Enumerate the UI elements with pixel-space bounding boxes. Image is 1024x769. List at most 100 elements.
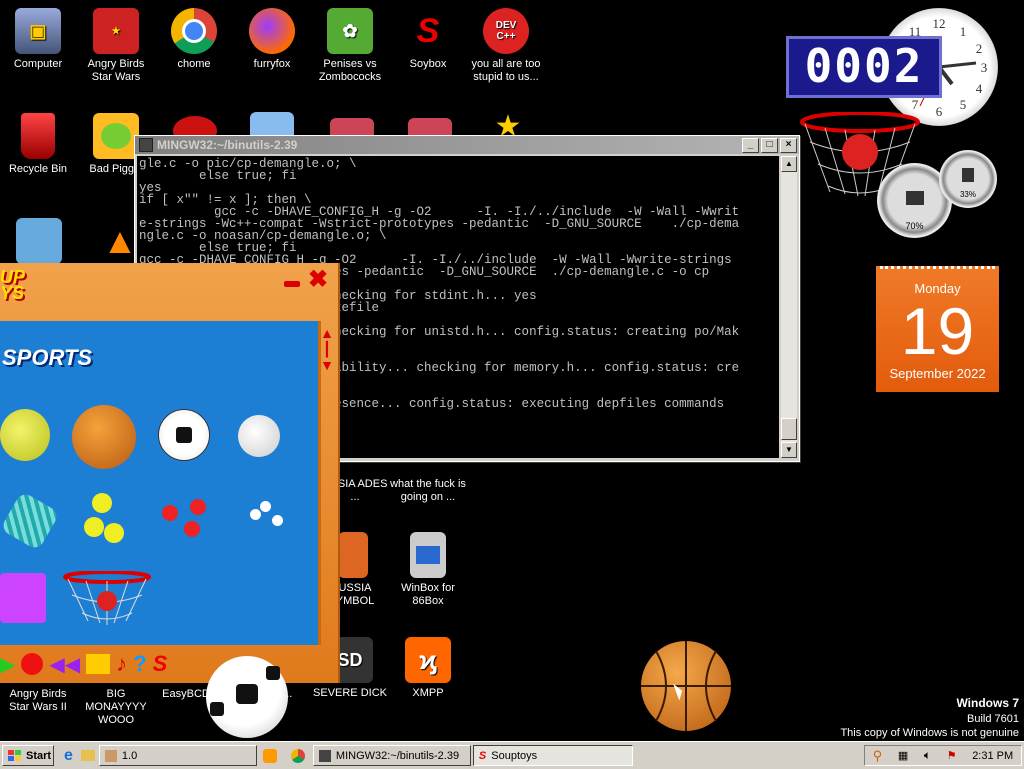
terminal-titlebar[interactable]: MINGW32:~/binutils-2.39 _ □ ×: [135, 136, 799, 154]
desktop-icon-label: you all are too stupid to us...: [471, 58, 541, 83]
taskbar-item-1.0[interactable]: 1.0: [98, 745, 257, 766]
computer-icon: ▣: [15, 8, 61, 54]
basketball-toy-icon[interactable]: [641, 641, 731, 731]
minimize-button[interactable]: [284, 281, 300, 287]
desktop-icon-devcpp[interactable]: DEV C++ you all are too stupid to us...: [468, 8, 544, 84]
maximize-button[interactable]: □: [761, 137, 778, 153]
desktop-icon-recycle-bin[interactable]: Recycle Bin: [0, 113, 76, 176]
firefox-icon: [249, 8, 295, 54]
system-tray: ⚲ ▦ 🔈︎ ⚑ 2:31 PM: [864, 745, 1022, 766]
red-balls-icon[interactable]: [190, 499, 206, 515]
svg-text:6: 6: [936, 104, 943, 119]
svg-text:7: 7: [912, 97, 919, 112]
desktop-icon-furryfox[interactable]: furryfox: [234, 8, 310, 71]
white-balls-icon[interactable]: [272, 515, 283, 526]
desktop-icon-label: BIG MONAYYYY WOOO: [85, 688, 147, 726]
scroll-up-arrow-icon[interactable]: ▲: [781, 156, 797, 172]
taskbar-item-label: 1.0: [121, 749, 138, 762]
yellow-balls-icon[interactable]: [92, 493, 112, 513]
svg-text:2: 2: [976, 41, 983, 56]
soybox-icon: S: [478, 749, 487, 762]
desktop-icon-label: SEVERE DICK: [313, 687, 387, 699]
scroll-arrows-icon[interactable]: ▲ ┃ ▼: [318, 325, 336, 375]
search-icon[interactable]: ⚲: [873, 748, 883, 764]
desktop-icon-big-monay[interactable]: BIG MONAYYYY WOOO: [78, 688, 154, 727]
desktop-icon-chrome[interactable]: chome: [156, 8, 232, 71]
record-icon[interactable]: [21, 653, 44, 675]
recycle-bin-icon: [21, 113, 55, 159]
desktop-icon-penises-vs-zombococks[interactable]: ✿ Penises vs Zombococks: [312, 8, 388, 84]
start-label: Start: [26, 749, 52, 762]
desktop-icon-computer[interactable]: ▣ Computer: [0, 8, 76, 71]
desktop-icon-label: WinBox for 86Box: [401, 582, 455, 607]
desktop-icon-partial[interactable]: [16, 218, 62, 264]
soybox-icon: S: [416, 11, 440, 50]
red-balls-icon[interactable]: [184, 521, 200, 537]
desktop-icon-what-the-fuck[interactable]: what the fuck is going on ...: [390, 458, 466, 504]
taskbar-item-souptoys[interactable]: S Souptoys: [472, 745, 633, 766]
square-icon[interactable]: [86, 654, 111, 674]
terminal-title: MINGW32:~/binutils-2.39: [157, 138, 298, 152]
white-balls-icon[interactable]: [260, 501, 271, 512]
flag-icon[interactable]: ⚑: [947, 749, 957, 762]
desktop-icon-xmpp[interactable]: ϗ XMPP: [390, 637, 466, 700]
terminal-scrollbar[interactable]: ▲ ▼: [781, 156, 797, 458]
svg-text:1: 1: [960, 24, 967, 39]
calendar-gadget[interactable]: Monday 19 September 2022: [876, 266, 999, 392]
plants-vs-zombies-icon: ✿: [327, 8, 373, 54]
basketball-hoop-icon[interactable]: [62, 570, 152, 627]
yellow-balls-icon[interactable]: [104, 523, 124, 543]
terminal-icon: [318, 749, 331, 762]
network-icon[interactable]: ▦: [898, 749, 908, 762]
watermark-os: Windows 7: [956, 696, 1019, 710]
desktop-icon-label: XMPP: [412, 687, 444, 699]
desktop-icon-label: chome: [177, 58, 211, 70]
devcpp-icon: DEV C++: [483, 8, 529, 54]
volume-icon[interactable]: 🔈︎: [924, 748, 931, 763]
help-icon[interactable]: ?: [133, 651, 146, 677]
folder-quicklaunch-icon[interactable]: [80, 750, 95, 761]
minimize-button[interactable]: _: [742, 137, 759, 153]
yellow-balls-icon[interactable]: [84, 517, 104, 537]
counter-display: 0002: [786, 36, 942, 98]
souptoys-window[interactable]: UP YS ✖ ▲ ┃ ▼ SPORTS ▶ ◀◀ ♪ ? S: [0, 263, 340, 683]
watermark-build: Build 7601: [967, 713, 1019, 725]
tennis-ball-icon[interactable]: [0, 409, 50, 461]
cpu-gauge-value: 70%: [905, 221, 924, 231]
app-icon: [104, 749, 117, 762]
close-button[interactable]: ×: [780, 137, 797, 153]
ie-quicklaunch-icon[interactable]: e: [64, 747, 73, 765]
play-icon[interactable]: ▶: [0, 652, 15, 677]
close-icon[interactable]: ✖: [308, 265, 328, 294]
red-balls-icon[interactable]: [162, 505, 178, 521]
souptoys-logo-line2: YS: [0, 283, 25, 303]
chrome-quicklaunch-icon[interactable]: [290, 748, 305, 763]
music-note-icon[interactable]: ♪: [116, 651, 127, 677]
desktop-icon-label: Penises vs Zombococks: [318, 58, 382, 83]
basketball-icon[interactable]: [72, 405, 136, 469]
media-player-quicklaunch-icon[interactable]: [262, 748, 277, 763]
soccer-ball-toy-icon[interactable]: [206, 656, 288, 738]
desktop-icon-angry-birds-star-wars-2[interactable]: Angry Birds Star Wars II: [0, 688, 76, 714]
ussia-symbol-icon: [338, 532, 368, 578]
svg-text:4: 4: [976, 81, 983, 96]
taskbar-item-label: MINGW32:~/binutils-2.39: [335, 749, 460, 762]
scroll-down-arrow-icon[interactable]: ▼: [781, 442, 797, 458]
soccer-ball-icon[interactable]: [158, 409, 210, 461]
start-button[interactable]: Start: [2, 745, 54, 766]
taskbar-item-mingw32[interactable]: MINGW32:~/binutils-2.39: [312, 745, 471, 766]
soybox-icon[interactable]: S: [153, 651, 168, 677]
white-balls-icon[interactable]: [250, 509, 261, 520]
calendar-month-year: September 2022: [889, 366, 986, 381]
rewind-icon[interactable]: ◀◀: [49, 652, 80, 677]
taskbar-clock[interactable]: 2:31 PM: [972, 750, 1013, 762]
roller-skate-icon[interactable]: [0, 573, 46, 623]
desktop-icon-winbox[interactable]: WinBox for 86Box: [390, 532, 466, 608]
desktop-icon-angry-birds-star-wars[interactable]: ★ Angry Birds Star Wars: [78, 8, 154, 84]
taskbar: Start e 1.0 MINGW32:~/binutils-2.39 S So…: [0, 741, 1024, 769]
xampp-icon: ϗ: [405, 637, 451, 683]
desktop-icon-soybox[interactable]: S Soybox: [390, 8, 466, 71]
scrollbar-thumb[interactable]: [781, 418, 797, 440]
baseball-icon[interactable]: [238, 415, 280, 457]
souptoys-logo: UP YS: [0, 268, 25, 303]
